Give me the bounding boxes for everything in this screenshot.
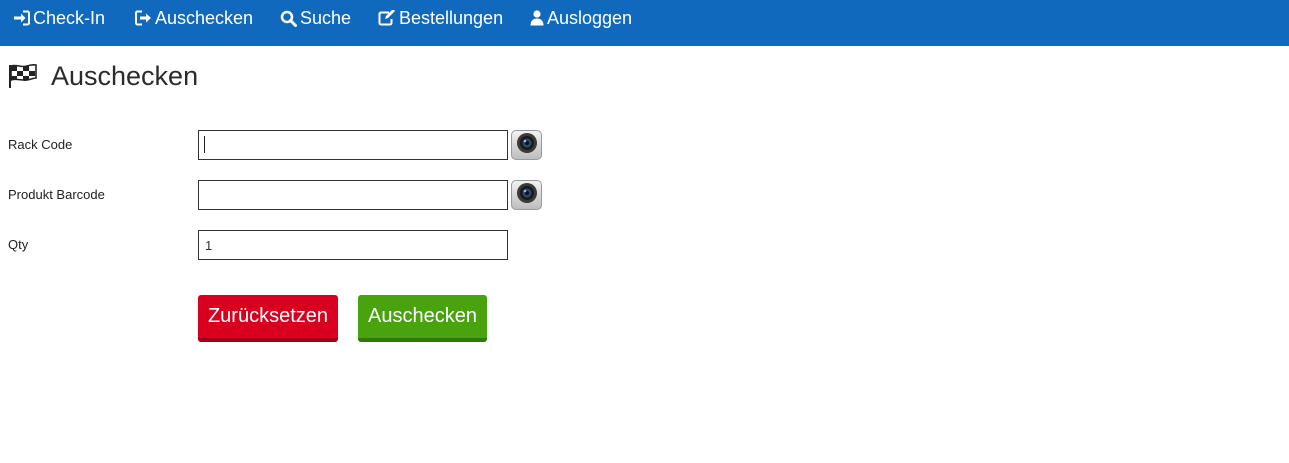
rack-code-input[interactable] [198,130,508,160]
nav-item-suche[interactable]: Suche [280,7,351,29]
reset-button[interactable]: Zurücksetzen [198,295,338,342]
nav-item-bestellungen[interactable]: Bestellungen [378,7,503,29]
checkout-button[interactable]: Auschecken [358,295,487,342]
top-navbar: Check-In Auschecken Suche Bestellungen A… [0,0,1289,46]
nav-item-label: Auschecken [155,8,254,28]
nav-item-ausloggen[interactable]: Ausloggen [530,7,632,29]
sign-out-icon [135,10,152,26]
nav-item-label: Bestellungen [399,8,504,28]
camera-icon [516,132,538,159]
product-barcode-camera-button[interactable] [511,180,542,210]
qty-label: Qty [8,237,29,252]
product-barcode-label: Produkt Barcode [8,187,105,202]
nav-item-label: Check-In [33,8,106,28]
search-icon [280,10,297,27]
user-icon [530,10,544,26]
page-header: Auschecken [8,60,198,92]
page-title: Auschecken [51,61,199,91]
nav-item-check-in[interactable]: Check-In [13,7,105,29]
nav-item-label: Suche [300,8,352,28]
qty-input[interactable] [198,230,508,260]
nav-item-label: Ausloggen [547,8,633,28]
nav-item-auschecken[interactable]: Auschecken [135,7,253,29]
rack-code-label: Rack Code [8,137,73,152]
text-caret [204,136,205,153]
edit-icon [378,10,396,26]
checkered-flag-icon [8,62,38,90]
rack-code-camera-button[interactable] [511,130,542,160]
camera-icon [516,182,538,209]
product-barcode-input[interactable] [198,180,508,210]
sign-in-icon [13,10,30,26]
